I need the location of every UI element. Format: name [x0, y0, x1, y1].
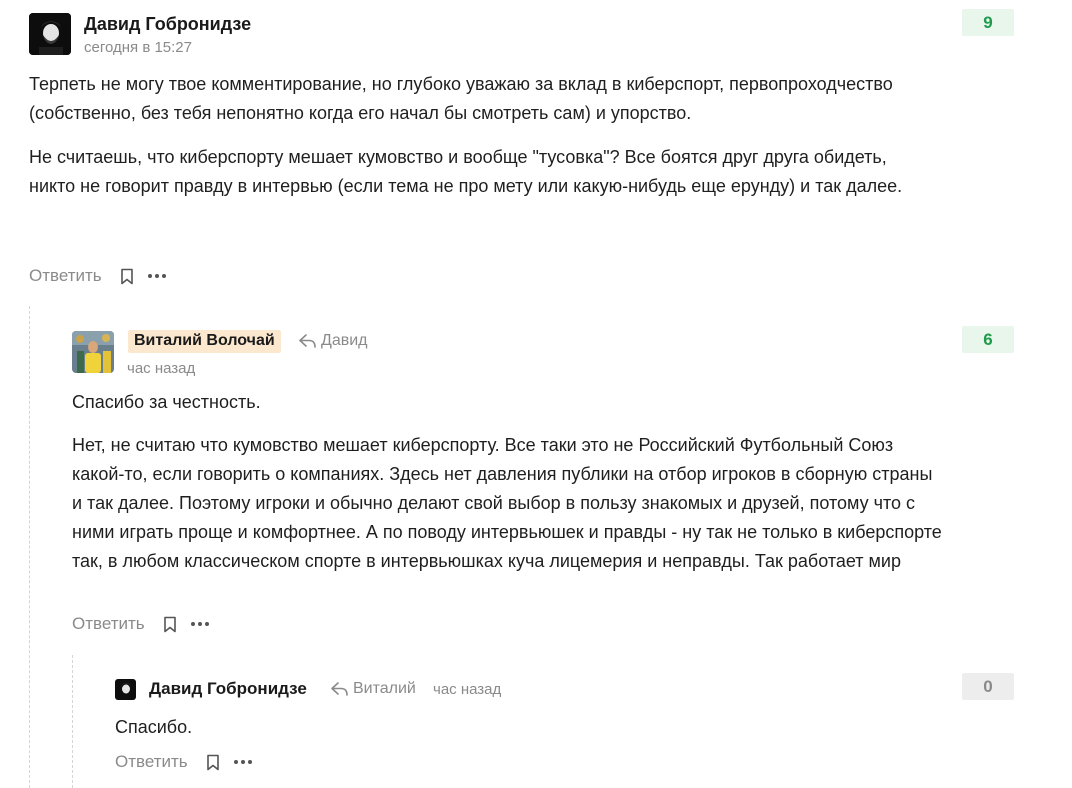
author-name[interactable]: Давид Гобронидзе	[149, 679, 307, 699]
avatar-photo	[29, 13, 71, 55]
reply-to[interactable]: Виталий	[331, 680, 416, 698]
comment-actions: Ответить	[115, 750, 252, 774]
author-name[interactable]: Давид Гобронидзе	[84, 14, 251, 35]
reply-button[interactable]: Ответить	[29, 266, 102, 286]
avatar-photo	[115, 679, 136, 700]
comment-time[interactable]: час назад	[433, 681, 501, 698]
comment-actions: Ответить	[29, 264, 166, 288]
comment-3: Давид Гобронидзе Виталий час назад 0 Спа…	[0, 670, 1072, 788]
more-dots-icon[interactable]	[190, 622, 209, 626]
comment-text: Терпеть не могу твое комментирование, но…	[29, 70, 909, 201]
score-badge[interactable]: 9	[962, 9, 1014, 36]
comment-text: Спасибо.	[115, 713, 935, 742]
more-dots-icon[interactable]	[233, 760, 252, 764]
avatar[interactable]	[72, 331, 114, 373]
more-dots-icon[interactable]	[147, 274, 166, 278]
score-badge[interactable]: 6	[962, 326, 1014, 353]
reply-arrow-icon	[299, 334, 316, 348]
score-badge[interactable]: 0	[962, 673, 1014, 700]
author-name[interactable]: Виталий Волочай	[128, 330, 281, 353]
bookmark-icon[interactable]	[206, 754, 220, 771]
comment-paragraph: Терпеть не могу твое комментирование, но…	[29, 74, 893, 123]
comment-2: Виталий Волочай Давид час назад 6 Спасиб…	[0, 320, 1072, 650]
reply-button[interactable]: Ответить	[72, 614, 145, 634]
comment-text: Спасибо за честность. Нет, не считаю что…	[72, 388, 942, 576]
reply-arrow-icon	[331, 682, 348, 696]
comment-time[interactable]: час назад	[127, 360, 195, 377]
reply-button[interactable]: Ответить	[115, 752, 188, 772]
comment-time[interactable]: сегодня в 15:27	[84, 39, 192, 56]
bookmark-icon[interactable]	[163, 616, 177, 633]
reply-to-name[interactable]: Давид	[321, 332, 368, 350]
comment-paragraph: Спасибо.	[115, 717, 193, 737]
avatar[interactable]	[29, 13, 71, 55]
avatar[interactable]	[115, 679, 136, 700]
avatar-photo	[72, 331, 114, 373]
reply-to-name[interactable]: Виталий	[353, 680, 416, 698]
bookmark-icon[interactable]	[120, 268, 134, 285]
reply-to[interactable]: Давид	[299, 332, 368, 350]
comment-paragraph: Не считаешь, что киберспорту мешает кумо…	[29, 147, 903, 196]
comment-paragraph: Нет, не считаю что кумовство мешает кибе…	[72, 435, 942, 571]
comment-paragraph: Спасибо за честность.	[72, 392, 261, 412]
comment-actions: Ответить	[72, 612, 209, 636]
comment-1: Давид Гобронидзе сегодня в 15:27 9 Терпе…	[0, 0, 1072, 300]
